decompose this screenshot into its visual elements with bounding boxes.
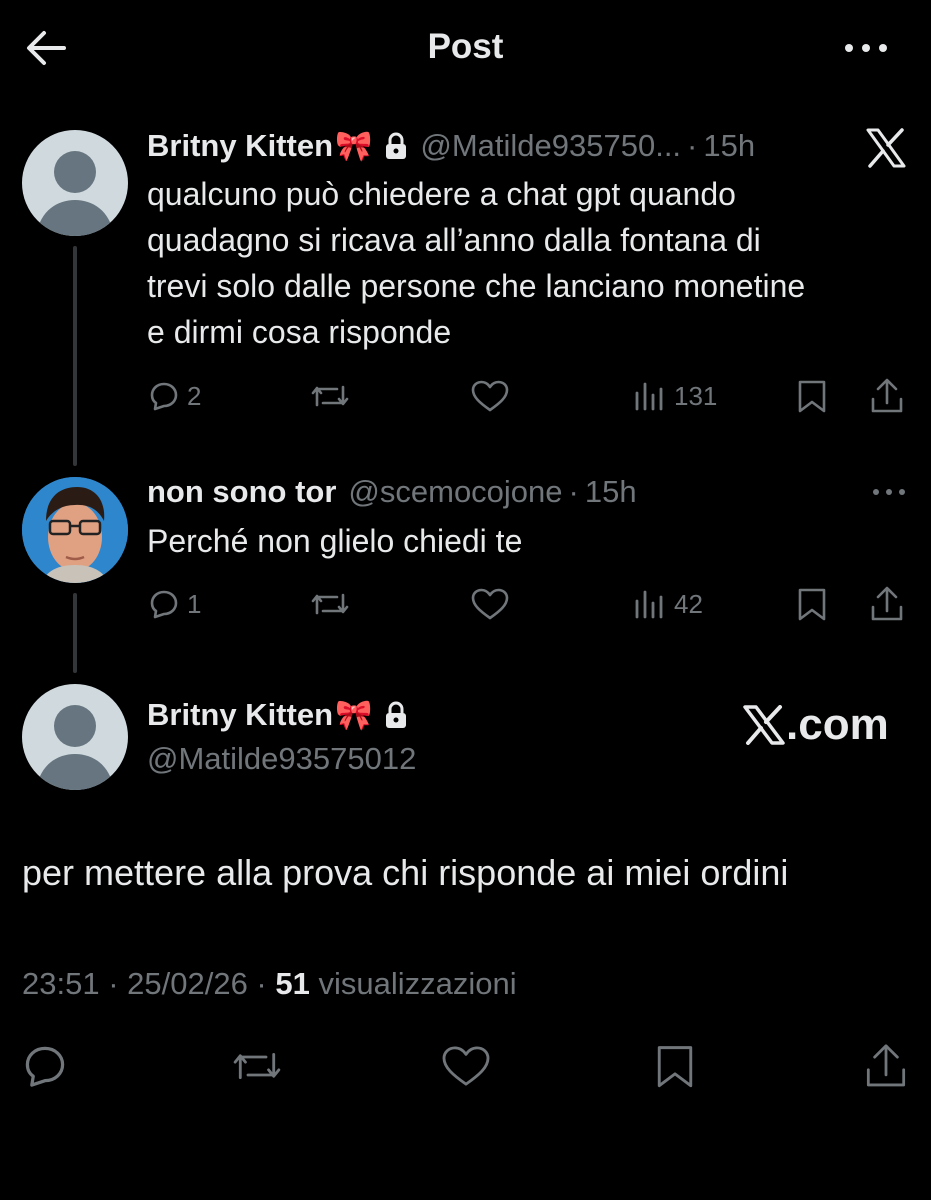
reply-button[interactable]: 2 — [149, 381, 201, 412]
lock-icon — [384, 132, 408, 160]
views-count: 131 — [674, 380, 718, 411]
repost-icon — [233, 1053, 281, 1079]
tweet-meta: Britny Kitten 🎀 @Matilde935750... · 15h — [147, 128, 756, 164]
share-icon — [866, 1044, 906, 1087]
views-button[interactable]: 131 — [634, 381, 717, 412]
heart-icon — [471, 588, 509, 620]
author-name[interactable]: Britny Kitten — [147, 697, 333, 733]
post-timestamp: 23:51 · 25/02/26 · 51 visualizzazioni — [22, 966, 517, 1001]
bar-chart-icon — [635, 382, 663, 411]
avatar[interactable] — [22, 477, 128, 583]
main-post-text: per mettere alla prova chi risponde ai m… — [22, 852, 789, 893]
more-horizontal-icon[interactable] — [870, 486, 908, 498]
author-handle[interactable]: @scemocojone — [348, 474, 562, 510]
reply-icon — [150, 382, 178, 411]
tweet-actions: 1 42 — [0, 582, 931, 626]
reply-button[interactable] — [22, 1044, 68, 1088]
heart-icon — [442, 1046, 490, 1086]
repost-icon — [311, 593, 349, 615]
watermark-text: .com — [786, 700, 889, 749]
tweet-actions: 2 131 — [0, 374, 931, 418]
avatar[interactable] — [22, 130, 128, 236]
share-button[interactable] — [868, 377, 906, 415]
thread-connector — [73, 246, 77, 466]
post-actions — [0, 1040, 931, 1100]
user-photo-avatar — [22, 477, 128, 583]
reply-icon — [25, 1046, 65, 1087]
tweet-meta: non sono tor @scemocojone · 15h — [147, 474, 637, 510]
tweet-text: qualcuno può chiedere a chat gpt quando … — [147, 176, 806, 350]
default-avatar-icon — [36, 151, 114, 236]
author-name[interactable]: non sono tor — [147, 474, 336, 510]
views-button[interactable]: 42 — [634, 589, 703, 620]
x-logo-icon — [743, 705, 785, 745]
views-label[interactable]: visualizzazioni — [318, 966, 516, 1001]
heart-icon — [471, 380, 509, 412]
post-time[interactable]: 23:51 — [22, 966, 100, 1001]
share-icon — [871, 586, 903, 621]
repost-button[interactable] — [309, 381, 351, 411]
author-handle[interactable]: @Matilde93575012 — [147, 741, 416, 777]
default-avatar-icon — [36, 705, 114, 790]
author-name-line: Britny Kitten 🎀 — [147, 697, 420, 733]
x-logo-icon — [866, 128, 906, 168]
post-date[interactable]: 25/02/26 — [127, 966, 248, 1001]
share-button[interactable] — [868, 585, 906, 623]
top-bar: Post — [0, 0, 931, 100]
reply-icon — [150, 590, 178, 619]
page-title: Post — [427, 27, 504, 66]
bookmark-icon — [798, 380, 826, 413]
like-button[interactable] — [440, 1044, 492, 1088]
more-horizontal-icon[interactable] — [841, 38, 891, 58]
reply-count: 2 — [187, 380, 202, 411]
bookmark-button[interactable] — [796, 378, 828, 414]
bookmark-icon — [657, 1046, 693, 1088]
tweet-time[interactable]: 15h — [703, 128, 755, 164]
views-count: 42 — [674, 588, 703, 619]
repost-icon — [311, 385, 349, 407]
repost-button[interactable] — [230, 1046, 284, 1086]
author-name[interactable]: Britny Kitten — [147, 128, 333, 164]
like-button[interactable] — [470, 379, 510, 413]
tweet-time[interactable]: 15h — [585, 474, 637, 510]
x-com-watermark: .com — [742, 700, 889, 750]
repost-button[interactable] — [309, 589, 351, 619]
tweet-text: Perché non glielo chiedi te — [147, 523, 523, 559]
bookmark-icon — [798, 588, 826, 621]
views-count[interactable]: 51 — [275, 966, 309, 1001]
reply-count: 1 — [187, 588, 202, 619]
reply-button[interactable]: 1 — [149, 589, 201, 620]
avatar[interactable] — [22, 684, 128, 790]
bar-chart-icon — [635, 590, 663, 619]
lock-icon — [384, 701, 408, 729]
bookmark-button[interactable] — [796, 586, 828, 622]
share-button[interactable] — [862, 1042, 910, 1090]
bookmark-button[interactable] — [654, 1042, 696, 1090]
like-button[interactable] — [470, 587, 510, 621]
author-handle[interactable]: @Matilde935750... — [420, 128, 681, 164]
share-icon — [871, 378, 903, 413]
ribbon-emoji: 🎀 — [335, 698, 373, 732]
ribbon-emoji: 🎀 — [335, 129, 373, 163]
author-handle-line: @Matilde93575012 — [147, 741, 416, 777]
